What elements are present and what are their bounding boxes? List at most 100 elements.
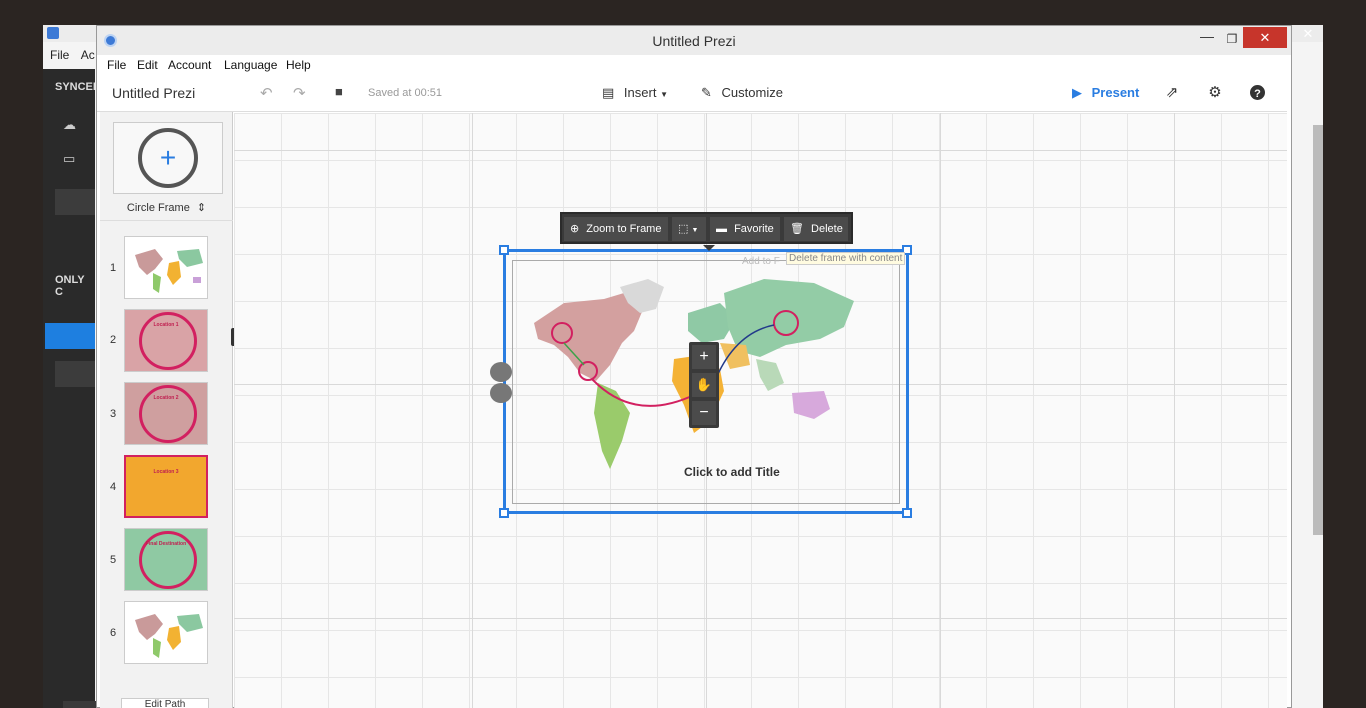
close-button[interactable]: ✕ — [1243, 27, 1287, 48]
background-menu-account[interactable]: Ac — [81, 48, 95, 62]
world-map-thumbnail — [125, 602, 207, 663]
insert-label: Insert — [623, 85, 657, 100]
background-sidebar: SYNCEI ☁ ▭ ONLY C ☺ — [43, 69, 97, 708]
thumb-number: 2 — [110, 334, 117, 346]
undo-icon[interactable]: ↶ — [260, 84, 273, 102]
chevron-down-icon: ▼ — [660, 90, 668, 99]
menubar: File Edit Account Language Help — [97, 55, 1291, 75]
thumb-number: 4 — [110, 481, 117, 493]
edit-path-button[interactable]: Edit Path — [121, 698, 209, 708]
import-button[interactable] — [55, 361, 95, 387]
customize-label: Customize — [721, 85, 783, 100]
thumbnail-label: Location 1 — [153, 322, 179, 328]
play-icon: ▶ — [1072, 85, 1082, 100]
document-title[interactable]: Untitled Prezi — [112, 85, 195, 101]
thumbnail-label: Final Destination — [145, 541, 187, 547]
delete-tooltip: Delete frame with content — [786, 252, 906, 265]
frame-thumbnail-6[interactable] — [124, 601, 208, 664]
menu-edit[interactable]: Edit — [137, 58, 158, 72]
world-map-thumbnail — [125, 237, 207, 298]
zoom-out-button[interactable]: − — [692, 401, 716, 425]
present-button[interactable]: ▶ Present — [1072, 85, 1139, 101]
thumb-number: 1 — [110, 262, 117, 274]
frame-thumbnail-3[interactable]: Location 2 — [124, 382, 208, 445]
avatar[interactable]: ☺ — [63, 701, 97, 708]
thumb-number: 5 — [110, 554, 117, 566]
menu-account[interactable]: Account — [168, 58, 211, 72]
frame-shape-icon: ⬚ — [678, 223, 689, 235]
menu-file[interactable]: File — [107, 58, 126, 72]
frame-thumbnail-5[interactable]: Final Destination — [124, 528, 208, 591]
favorite-icon: ▬ — [716, 223, 727, 235]
canvas-guide-line — [234, 618, 1287, 619]
new-prezi-button[interactable] — [55, 189, 95, 215]
favorite-button[interactable]: ▬ Favorite — [710, 217, 780, 241]
zoom-to-frame-label: Zoom to Frame — [586, 223, 662, 235]
share-icon[interactable]: ⇗ — [1163, 83, 1181, 101]
circle-frame-ring — [139, 312, 197, 370]
canvas-guide-line — [940, 113, 941, 708]
hand-icon[interactable]: ✋ — [692, 373, 716, 397]
present-label: Present — [1091, 85, 1140, 100]
background-menu-file[interactable]: File — [50, 48, 69, 62]
frame-type-dropdown[interactable]: ⬚ ▼ — [672, 217, 706, 241]
click-to-add-title[interactable]: Click to add Title — [684, 465, 780, 479]
folder-icon[interactable]: ▭ — [63, 151, 79, 166]
gear-icon[interactable]: ⚙ — [1206, 83, 1224, 101]
frame-side-knob[interactable] — [490, 383, 512, 403]
circle-frame-ring — [139, 385, 197, 443]
trash-icon: 🗑 — [790, 223, 804, 235]
add-frame-button[interactable]: + — [113, 122, 223, 194]
frame-type-label: Circle Frame — [126, 202, 190, 214]
delete-button[interactable]: 🗑 Delete — [784, 217, 848, 241]
menu-help[interactable]: Help — [286, 58, 311, 72]
panel-divider — [100, 220, 233, 221]
app-logo-icon — [47, 27, 59, 39]
plus-icon: + — [159, 142, 177, 173]
restore-button[interactable]: ❐ — [1222, 28, 1242, 50]
save-icon[interactable]: ■ — [335, 84, 343, 99]
frame-thumbnail-4[interactable]: Location 3 — [124, 455, 208, 518]
circle-frame-icon: + — [138, 128, 198, 188]
cloud-icon[interactable]: ☁ — [63, 117, 79, 132]
zoom-icon: ⊕ — [570, 223, 580, 235]
prezi-canvas[interactable]: ⊕ Zoom to Frame ⬚ ▼ ▬ Favorite 🗑 Delete … — [234, 113, 1287, 708]
frame-type-select[interactable]: Circle Frame ⇕ — [100, 201, 233, 214]
thumb-number: 6 — [110, 627, 117, 639]
brush-icon: ✎ — [701, 85, 712, 100]
customize-button[interactable]: ✎ Customize — [701, 85, 783, 101]
frame-toolbar: ⊕ Zoom to Frame ⬚ ▼ ▬ Favorite 🗑 Delete — [560, 212, 853, 251]
background-close-button[interactable]: ✕ — [1293, 25, 1323, 42]
sidebar-section-only: ONLY C — [55, 274, 85, 298]
canvas-guide-line — [234, 150, 1287, 151]
resize-handle-bottom-left[interactable] — [499, 508, 509, 518]
minimize-button[interactable]: — — [1197, 28, 1217, 50]
thumbnail-label: Location 2 — [153, 395, 179, 401]
thumbnail-label: Location 3 — [153, 469, 179, 475]
menu-language[interactable]: Language — [224, 58, 277, 72]
frame-side-knob[interactable] — [490, 362, 512, 382]
toolbar-pointer — [703, 245, 715, 251]
background-scrollbar[interactable] — [1313, 125, 1323, 535]
resize-handle-bottom-right[interactable] — [902, 508, 912, 518]
window-title: Untitled Prezi — [652, 33, 736, 49]
prezi-window: Untitled Prezi — ❐ ✕ File Edit Account L… — [96, 25, 1292, 708]
main-toolbar: Untitled Prezi ↶ ↷ ■ Saved at 00:51 ▤ In… — [97, 75, 1287, 112]
sidebar-item-computer[interactable] — [45, 323, 95, 349]
delete-label: Delete — [811, 223, 843, 235]
frame-thumbnail-1[interactable] — [124, 236, 208, 299]
zoom-in-button[interactable]: + — [692, 345, 716, 369]
frame-thumbnail-2[interactable]: Location 1 — [124, 309, 208, 372]
updown-icon: ⇕ — [196, 202, 207, 214]
help-icon[interactable]: ? — [1250, 85, 1265, 100]
canvas-guide-line — [1174, 113, 1175, 708]
ghost-favorite-text: Add to F — [742, 256, 780, 267]
insert-icon: ▤ — [602, 85, 615, 100]
frames-panel: + Circle Frame ⇕ 1 2 Location 1 3 Locati… — [100, 112, 233, 708]
zoom-controls: + ✋ − — [689, 342, 719, 428]
favorite-label: Favorite — [734, 223, 774, 235]
zoom-to-frame-button[interactable]: ⊕ Zoom to Frame — [564, 217, 668, 241]
insert-button[interactable]: ▤ Insert ▼ — [602, 85, 668, 101]
redo-icon[interactable]: ↷ — [293, 84, 306, 102]
resize-handle-top-left[interactable] — [499, 245, 509, 255]
